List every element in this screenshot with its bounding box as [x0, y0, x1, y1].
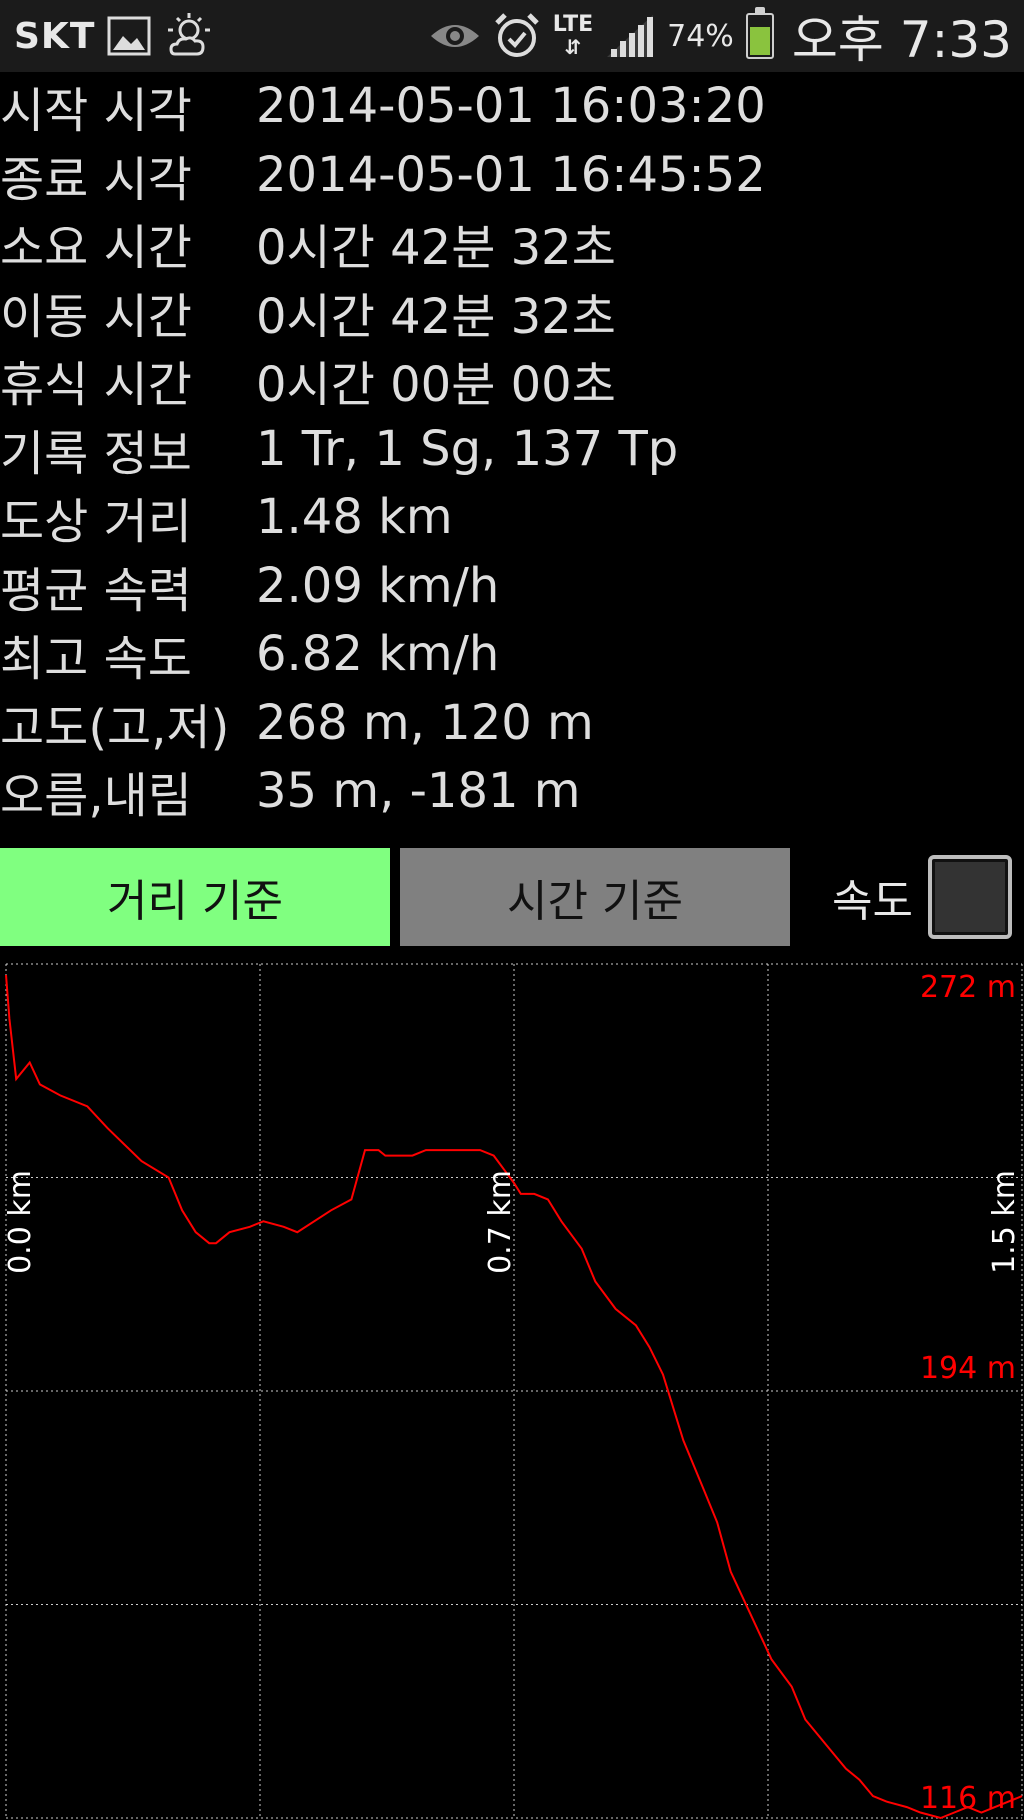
info-label: 종료 시각 — [0, 151, 192, 208]
info-value: 6.82 km/h — [256, 626, 500, 683]
info-label: 최고 속도 — [0, 631, 192, 688]
clock: 오후 7:33 — [791, 11, 1012, 69]
battery-percent: 74% — [667, 18, 734, 54]
info-label: 평균 속력 — [0, 562, 192, 619]
signal-icon — [605, 13, 655, 59]
info-row: 종료 시각 2014-05-01 16:45:52 — [0, 141, 1024, 210]
info-value: 35 m, -181 m — [256, 763, 581, 820]
weather-icon — [163, 10, 215, 62]
elevation-chart: 0.0 km 0.7 km 1.5 km 272 m 194 m 116 m — [0, 962, 1024, 1820]
alarm-icon — [493, 11, 541, 61]
info-row: 이동 시간 0시간 42분 32초 — [0, 278, 1024, 347]
info-row: 기록 정보 1 Tr, 1 Sg, 137 Tp — [0, 415, 1024, 484]
y-tick-label: 272 m — [920, 970, 1016, 1005]
info-label: 고도(고,저) — [0, 699, 230, 756]
info-value: 268 m, 120 m — [256, 694, 594, 751]
info-value: 0시간 42분 32초 — [256, 220, 616, 277]
info-row: 소요 시간 0시간 42분 32초 — [0, 209, 1024, 278]
info-label: 소요 시간 — [0, 220, 192, 277]
chart-toolbar: 거리 기준 시간 기준 속도 — [0, 848, 1024, 946]
info-value: 2.09 km/h — [256, 557, 500, 614]
info-value: 1.48 km — [256, 489, 453, 546]
info-value: 0시간 00분 00초 — [256, 357, 616, 414]
lte-icon: LTE ⇵ — [552, 11, 594, 59]
elevation-line — [5, 974, 1023, 1820]
info-label: 시작 시각 — [0, 83, 192, 140]
speed-checkbox[interactable] — [928, 855, 1012, 939]
info-row: 평균 속력 2.09 km/h — [0, 552, 1024, 621]
info-label: 오름,내림 — [0, 768, 192, 825]
eye-icon — [429, 18, 481, 54]
info-row: 오름,내림 35 m, -181 m — [0, 757, 1024, 826]
x-tick-label: 0.0 km — [3, 1170, 38, 1274]
info-row: 휴식 시간 0시간 00분 00초 — [0, 346, 1024, 415]
track-info-list: 시작 시각 2014-05-01 16:03:20 종료 시각 2014-05-01 … — [0, 72, 1024, 826]
info-value: 2014-05-01 16:45:52 — [256, 146, 766, 203]
info-value: 2014-05-01 16:03:20 — [256, 78, 766, 135]
time-mode-button[interactable]: 시간 기준 — [400, 848, 790, 946]
distance-mode-button[interactable]: 거리 기준 — [0, 848, 390, 946]
x-tick-label: 1.5 km — [987, 1170, 1022, 1274]
battery-icon — [745, 7, 774, 59]
info-label: 휴식 시간 — [0, 357, 192, 414]
info-value: 1 Tr, 1 Sg, 137 Tp — [256, 420, 679, 477]
info-value: 0시간 42분 32초 — [256, 288, 616, 345]
speed-label: 속도 — [832, 876, 913, 927]
info-row: 시작 시각 2014-05-01 16:03:20 — [0, 72, 1024, 141]
y-tick-label: 116 m — [920, 1781, 1016, 1816]
info-row: 도상 거리 1.48 km — [0, 483, 1024, 552]
info-row: 고도(고,저) 268 m, 120 m — [0, 689, 1024, 758]
info-row: 최고 속도 6.82 km/h — [0, 620, 1024, 689]
carrier-label: SKT — [14, 15, 96, 57]
gallery-icon — [107, 16, 151, 56]
info-label: 기록 정보 — [0, 425, 192, 482]
elevation-chart-svg: 0.0 km 0.7 km 1.5 km 272 m 194 m 116 m — [3, 963, 1023, 1820]
y-tick-label: 194 m — [920, 1351, 1016, 1386]
lte-label: LTE — [552, 11, 594, 37]
x-tick-label: 0.7 km — [483, 1170, 518, 1274]
status-bar: SKT LTE ⇵ 74% 오후 7:33 — [0, 0, 1024, 72]
info-label: 도상 거리 — [0, 494, 192, 551]
info-label: 이동 시간 — [0, 288, 192, 345]
